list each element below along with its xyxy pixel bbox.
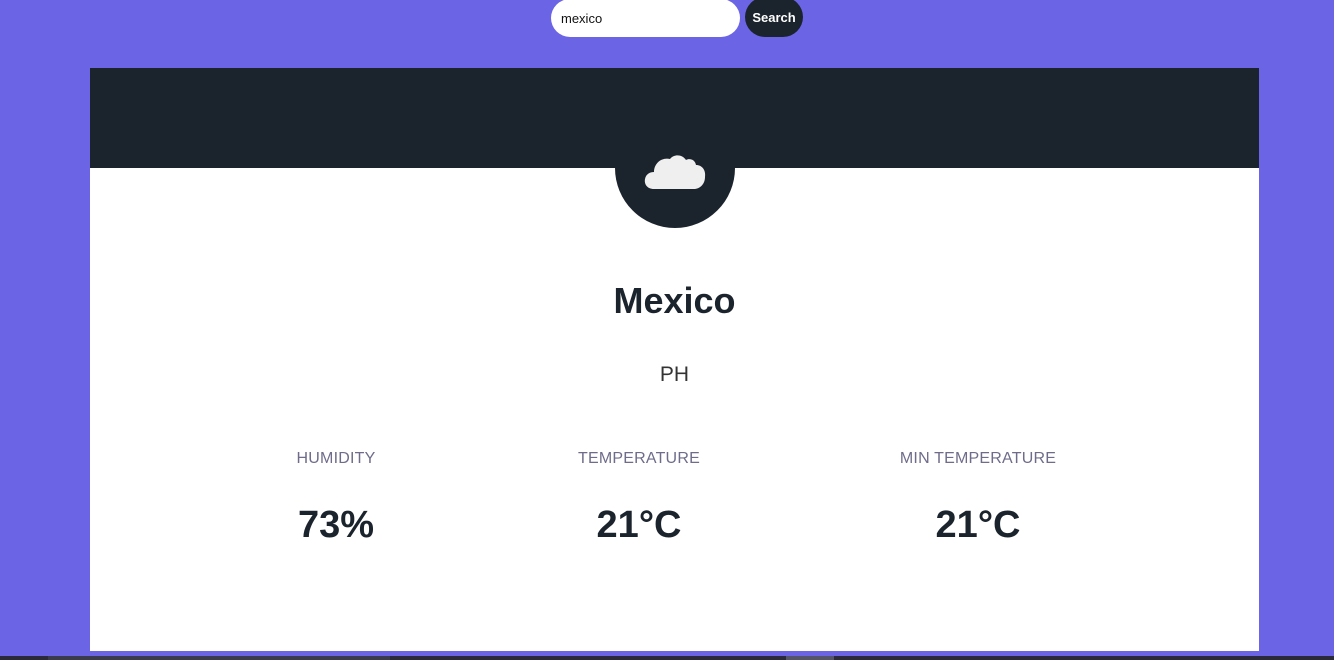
humidity-value: 73%: [297, 504, 375, 546]
min-temperature-value: 21°C: [935, 504, 1021, 546]
min-temperature-stat: MIN TEMPERATURE 21°C: [848, 450, 1108, 547]
country-code: PH: [659, 363, 690, 386]
cloud-icon: [644, 155, 706, 189]
search-bar: Search: [551, 0, 803, 38]
weather-icon-badge: [615, 108, 735, 228]
taskbar-segment: [48, 656, 390, 660]
temperature-value: 21°C: [596, 504, 682, 546]
taskbar-segment: [786, 656, 834, 660]
humidity-label: HUMIDITY: [296, 450, 376, 467]
search-input[interactable]: [551, 0, 740, 37]
temperature-label: TEMPERATURE: [578, 450, 700, 467]
humidity-stat: HUMIDITY 73%: [206, 450, 466, 547]
min-temperature-label: MIN TEMPERATURE: [899, 450, 1057, 467]
city-name: Mexico: [613, 280, 736, 321]
taskbar-strip: [0, 656, 1334, 660]
weather-card: Mexico PH HUMIDITY 73% TEMPERATURE 21°C …: [90, 68, 1259, 651]
search-button[interactable]: Search: [745, 0, 803, 37]
temperature-stat: TEMPERATURE 21°C: [509, 450, 769, 547]
